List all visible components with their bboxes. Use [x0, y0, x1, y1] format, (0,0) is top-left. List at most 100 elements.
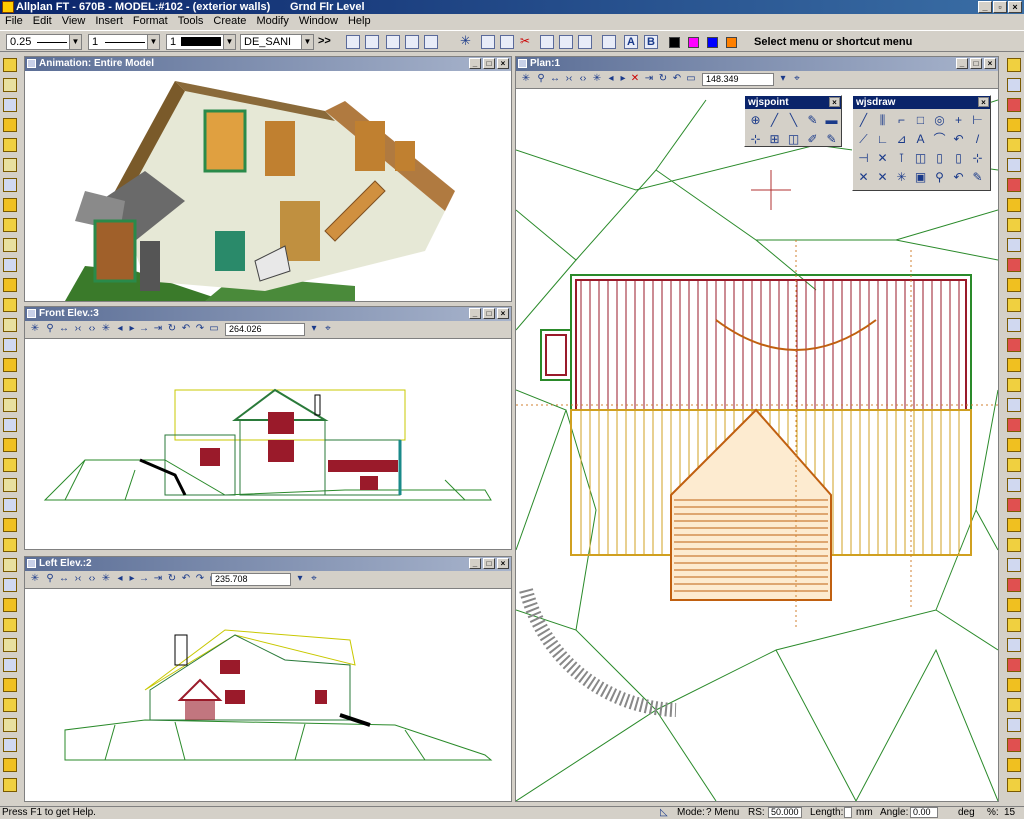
redo-icon[interactable]: [602, 35, 616, 49]
pan-icon[interactable]: ↔: [59, 324, 69, 334]
palette-tool-icon[interactable]: ⊺: [893, 150, 910, 167]
palette-tool-icon[interactable]: ∟: [874, 131, 891, 148]
cut-icon[interactable]: ✂: [520, 35, 534, 49]
tool-icon[interactable]: [1007, 738, 1021, 752]
open-icon[interactable]: [365, 35, 379, 49]
minimize-icon[interactable]: _: [469, 308, 481, 319]
close-icon[interactable]: ×: [497, 58, 509, 69]
chevron-down-icon[interactable]: ▼: [223, 35, 235, 49]
palette-tool-icon[interactable]: ▣: [912, 169, 929, 186]
zoom-scale-combo[interactable]: 235.708: [211, 573, 291, 586]
tool-icon[interactable]: [1007, 778, 1021, 792]
regenerate-icon[interactable]: ↻: [658, 74, 668, 84]
tool-icon[interactable]: [1007, 458, 1021, 472]
redo-view-icon[interactable]: ↷: [195, 574, 205, 584]
line-type-select[interactable]: 1 ▼: [88, 34, 160, 50]
tool-icon[interactable]: [3, 538, 17, 552]
window-titlebar[interactable]: Plan:1 _ □ ×: [516, 57, 998, 71]
zoom-icon[interactable]: ⚲: [45, 574, 55, 584]
palette-tool-icon[interactable]: ⊹: [969, 150, 986, 167]
tool-icon[interactable]: [3, 678, 17, 692]
palette-tool-icon[interactable]: ↶: [950, 131, 967, 148]
palette-tool-icon[interactable]: /: [969, 131, 986, 148]
tool-icon[interactable]: [1007, 638, 1021, 652]
color-swatch-orange[interactable]: [726, 37, 737, 48]
tool-icon[interactable]: [1007, 498, 1021, 512]
pan-left-icon[interactable]: ◂: [115, 324, 125, 334]
close-icon[interactable]: ×: [497, 308, 509, 319]
palette-tool-icon[interactable]: ◫: [912, 150, 929, 167]
chevron-down-icon[interactable]: ▾: [295, 574, 305, 584]
tool-icon[interactable]: [3, 338, 17, 352]
tool-icon[interactable]: [3, 138, 17, 152]
palette-tool-icon[interactable]: ╲: [785, 112, 802, 129]
open-folder-icon[interactable]: ▭: [686, 74, 696, 84]
palette-tool-icon[interactable]: ▯: [950, 150, 967, 167]
palette-tool-icon[interactable]: ◎: [931, 112, 948, 129]
tool-icon[interactable]: [3, 378, 17, 392]
tool-icon[interactable]: [1007, 398, 1021, 412]
palette-tool-icon[interactable]: ✕: [874, 169, 891, 186]
chevron-down-icon[interactable]: ▼: [301, 35, 313, 49]
menu-help[interactable]: Help: [343, 14, 376, 29]
text-style-a-icon[interactable]: A: [624, 35, 638, 49]
tool-icon[interactable]: [3, 298, 17, 312]
undo-view-icon[interactable]: ↶: [672, 74, 682, 84]
tool-icon[interactable]: [1007, 678, 1021, 692]
minimize-icon[interactable]: _: [469, 558, 481, 569]
tool-icon[interactable]: [3, 478, 17, 492]
pan-right-icon[interactable]: ▸: [127, 574, 137, 584]
tool-icon[interactable]: [3, 498, 17, 512]
copy-icon[interactable]: [481, 35, 495, 49]
cube-icon[interactable]: [424, 35, 438, 49]
regenerate-icon[interactable]: ↻: [167, 324, 177, 334]
palette-tool-icon[interactable]: ⚲: [931, 169, 948, 186]
tool-icon[interactable]: [1007, 418, 1021, 432]
tool-icon[interactable]: [1007, 358, 1021, 372]
tool-icon[interactable]: [1007, 198, 1021, 212]
undo-icon[interactable]: [578, 35, 592, 49]
chevron-down-icon[interactable]: ▼: [147, 35, 159, 49]
tool-icon[interactable]: [1007, 478, 1021, 492]
tool-icon[interactable]: [1007, 718, 1021, 732]
fit-view-icon[interactable]: ⇥: [153, 324, 163, 334]
pin-icon[interactable]: ⌖: [792, 74, 802, 84]
chevron-down-icon[interactable]: ▾: [778, 74, 788, 84]
snap-star-icon[interactable]: ✳: [521, 74, 531, 84]
palette-tool-icon[interactable]: ⌐: [893, 112, 910, 129]
regenerate-icon[interactable]: ↻: [167, 574, 177, 584]
floor-plan-drawing[interactable]: [516, 90, 998, 801]
menu-edit[interactable]: Edit: [28, 14, 57, 29]
window-titlebar[interactable]: Animation: Entire Model _ □ ×: [25, 57, 511, 71]
maximize-icon[interactable]: □: [483, 58, 495, 69]
pen-thickness-select[interactable]: 0.25 ▼: [6, 34, 82, 50]
tool-icon[interactable]: [1007, 78, 1021, 92]
palette-tool-icon[interactable]: ↶: [950, 169, 967, 186]
palette-tool-icon[interactable]: ✕: [874, 150, 891, 167]
palette-tool-icon[interactable]: ╱: [855, 112, 872, 129]
tool-icon[interactable]: [3, 558, 17, 572]
allplan-app-icon[interactable]: [2, 1, 14, 13]
palette-tool-icon[interactable]: ⊿: [893, 131, 910, 148]
color-select[interactable]: 1 ▼: [166, 34, 236, 50]
menu-format[interactable]: Format: [128, 14, 173, 29]
3d-box-icon[interactable]: [405, 35, 419, 49]
tool-icon[interactable]: [1007, 138, 1021, 152]
palette-tool-icon[interactable]: A: [912, 131, 929, 148]
animation-window[interactable]: Animation: Entire Model _ □ ×: [24, 56, 512, 302]
snap-star-icon[interactable]: ✳: [460, 34, 474, 49]
pan-left-icon[interactable]: ◂: [606, 74, 616, 84]
palette-tool-icon[interactable]: ⊢: [969, 112, 986, 129]
tool-icon[interactable]: [1007, 158, 1021, 172]
window-titlebar[interactable]: Front Elev.:3 _ □ ×: [25, 307, 511, 321]
rs-value[interactable]: 50.000: [768, 807, 802, 818]
tool-icon[interactable]: [3, 778, 17, 792]
palette-tool-icon[interactable]: ╱: [766, 112, 783, 129]
menu-tools[interactable]: Tools: [173, 14, 209, 29]
chevron-down-icon[interactable]: ▾: [309, 324, 319, 334]
tool-icon[interactable]: [3, 418, 17, 432]
menu-file[interactable]: File: [0, 14, 28, 29]
fit-view-icon[interactable]: ⇥: [644, 74, 654, 84]
menu-view[interactable]: View: [57, 14, 91, 29]
tool-icon[interactable]: [1007, 58, 1021, 72]
